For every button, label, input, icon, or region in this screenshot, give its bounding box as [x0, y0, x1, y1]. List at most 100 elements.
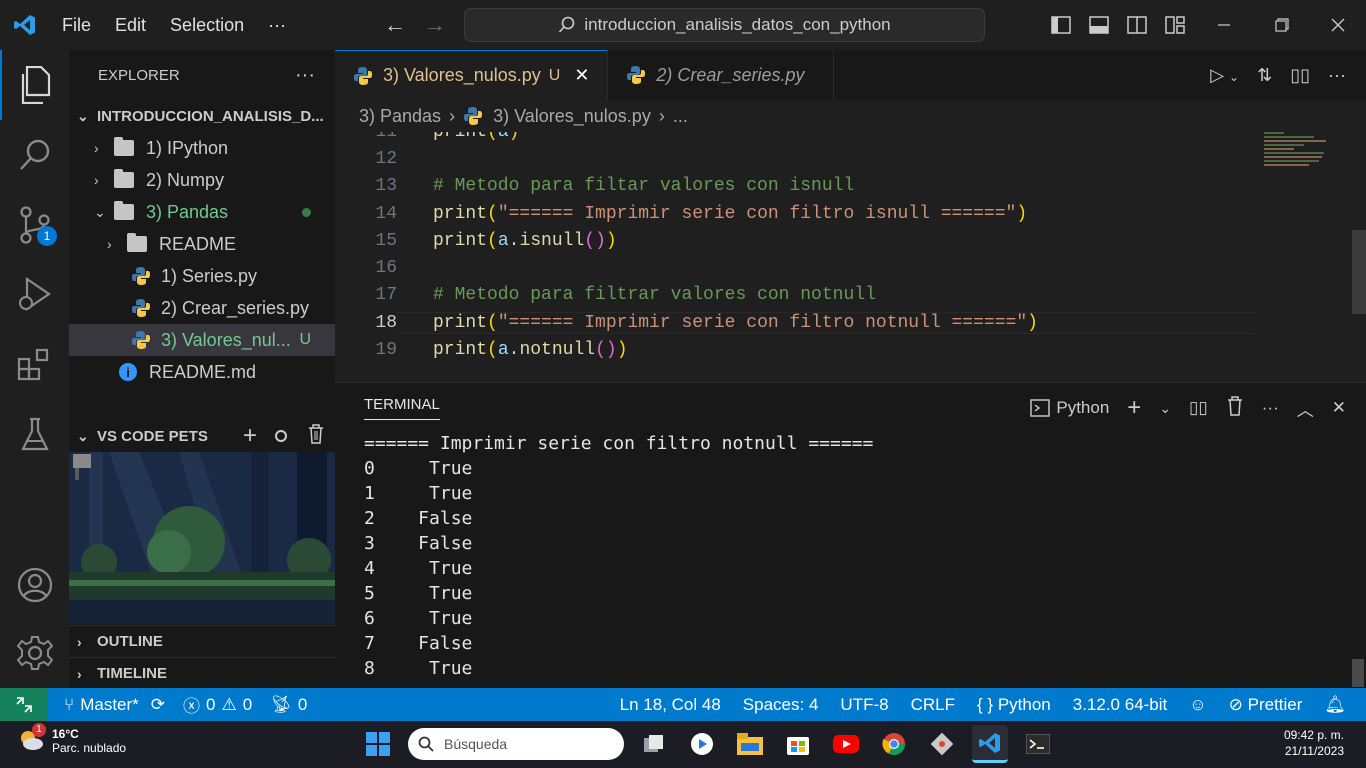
code-line[interactable]: 16	[335, 254, 1366, 281]
line-ending[interactable]: CRLF	[911, 695, 955, 715]
toggle-sidebar-icon[interactable]	[1042, 6, 1080, 44]
menu-edit[interactable]: Edit	[115, 15, 146, 36]
split-editor-icon[interactable]: ▯▯	[1290, 65, 1310, 86]
tree-file-crear-series[interactable]: 2) Crear_series.py	[69, 292, 335, 324]
explorer-more-icon[interactable]: ···	[295, 64, 315, 87]
scrollbar-thumb[interactable]	[1352, 230, 1366, 314]
tab-crear-series[interactable]: 2) Crear_series.py	[608, 50, 835, 100]
branch-status[interactable]: ⑂ Master* ⟳	[64, 695, 165, 715]
breadcrumb-folder[interactable]: 3) Pandas	[359, 106, 441, 127]
trash-icon[interactable]	[307, 424, 325, 448]
youtube-icon[interactable]	[828, 725, 864, 763]
store-icon[interactable]	[780, 725, 816, 763]
weather-widget[interactable]: 1 16°C Parc. nublado	[18, 722, 126, 755]
editor-more-icon[interactable]: ···	[1328, 65, 1346, 86]
windows-start-icon[interactable]	[360, 725, 396, 763]
customize-layout-icon[interactable]	[1156, 6, 1194, 44]
breadcrumb-file[interactable]: 3) Valores_nulos.py	[493, 106, 651, 127]
tree-folder-ipython[interactable]: › 1) IPython	[69, 132, 335, 164]
explorer-icon[interactable]	[0, 50, 69, 120]
maximize-panel-icon[interactable]: ︿	[1297, 396, 1314, 421]
terminal-output[interactable]: ====== Imprimir serie con filtro notnull…	[335, 433, 1366, 683]
testing-flask-icon[interactable]	[0, 400, 69, 470]
code-line[interactable]: 15 print(a.isnull())	[335, 227, 1366, 254]
tree-item-label: 1) IPython	[146, 137, 229, 158]
chevron-down-icon[interactable]: ⌄	[1159, 400, 1171, 417]
tab-valores-nulos[interactable]: 3) Valores_nulos.py U ✕	[335, 50, 609, 100]
tree-file-readme-md[interactable]: i README.md	[69, 356, 335, 388]
encoding[interactable]: UTF-8	[840, 695, 888, 715]
minimize-icon[interactable]	[1194, 6, 1254, 44]
search-sidebar-icon[interactable]	[0, 120, 69, 190]
tree-file-series[interactable]: 1) Series.py	[69, 260, 335, 292]
copilot-icon[interactable]: ☺	[1189, 695, 1206, 715]
sync-icon[interactable]: ⟳	[151, 695, 165, 715]
outline-section-header[interactable]: › OUTLINE	[69, 625, 335, 657]
code-line[interactable]: 13 # Metodo para filtar valores con isnul…	[335, 173, 1366, 200]
code-editor[interactable]: 11print(a)1213# Metodo para filtar valor…	[335, 132, 1366, 382]
tree-file-valores-nulos[interactable]: 3) Valores_nul... U	[69, 324, 335, 356]
settings-gear-icon[interactable]	[0, 618, 69, 688]
media-player-icon[interactable]	[684, 725, 720, 763]
kill-terminal-icon[interactable]	[1226, 395, 1244, 421]
split-terminal-icon[interactable]: ▯▯	[1189, 398, 1208, 418]
ports-status[interactable]: 📡︎ 0	[270, 695, 307, 715]
new-terminal-icon[interactable]: +	[1127, 394, 1141, 422]
language-mode[interactable]: { } Python	[977, 695, 1051, 715]
compare-changes-icon[interactable]: ⇅	[1257, 65, 1272, 86]
tab-terminal[interactable]: TERMINAL	[364, 396, 440, 420]
toggle-panel-icon[interactable]	[1080, 6, 1118, 44]
source-control-icon[interactable]: 1	[0, 190, 69, 260]
git-icon[interactable]	[924, 725, 960, 763]
menu-file[interactable]: File	[62, 15, 91, 36]
vscode-taskbar-icon[interactable]	[972, 725, 1008, 763]
menu-selection[interactable]: Selection	[170, 15, 244, 36]
task-view-icon[interactable]	[636, 725, 672, 763]
indentation[interactable]: Spaces: 4	[743, 695, 819, 715]
extensions-icon[interactable]	[0, 330, 69, 400]
prettier-status[interactable]: ⊘ Prettier	[1229, 695, 1303, 715]
terminal-scrollbar[interactable]	[1352, 659, 1364, 687]
taskbar-search[interactable]: Búsqueda	[408, 728, 624, 760]
panel-more-icon[interactable]: ···	[1262, 398, 1279, 418]
accounts-icon[interactable]	[0, 550, 69, 620]
toggle-secondary-sidebar-icon[interactable]	[1118, 6, 1156, 44]
python-interpreter[interactable]: 3.12.0 64-bit	[1073, 695, 1168, 715]
problems-status[interactable]: ⓧ 0 ⚠ 0	[183, 692, 252, 717]
code-line[interactable]: 17 # Metodo para filtrar valores con notn…	[335, 282, 1366, 309]
code-line[interactable]: 12	[335, 145, 1366, 172]
restore-icon[interactable]	[1254, 6, 1310, 44]
pets-section-header[interactable]: ⌄ VS CODE PETS +	[69, 420, 335, 452]
close-window-icon[interactable]	[1310, 6, 1366, 44]
tree-folder-pandas[interactable]: ⌄ 3) Pandas	[69, 196, 335, 228]
workspace-root[interactable]: ⌄ INTRODUCCION_ANALISIS_D...	[69, 100, 335, 132]
terminal-taskbar-icon[interactable]	[1020, 725, 1056, 763]
file-explorer-icon[interactable]	[732, 725, 768, 763]
run-debug-icon[interactable]	[0, 260, 69, 330]
taskbar-clock[interactable]: 09:42 p. m. 21/11/2023	[1284, 727, 1344, 759]
timeline-section-header[interactable]: › TIMELINE	[69, 657, 335, 689]
breadcrumb-more[interactable]: ...	[673, 106, 688, 127]
code-line[interactable]: 14 print("====== Imprimir serie con filtr…	[335, 200, 1366, 227]
close-panel-icon[interactable]: ✕	[1332, 398, 1346, 418]
menu-more[interactable]: ···	[268, 15, 286, 36]
tree-folder-readme[interactable]: › README	[69, 228, 335, 260]
command-center-search[interactable]: introduccion_analisis_datos_con_python	[464, 8, 985, 42]
run-python-icon[interactable]: ▷ ⌄	[1210, 65, 1239, 86]
notifications-bell-icon[interactable]: 🔔︎	[1324, 695, 1346, 715]
add-pet-icon[interactable]: +	[243, 422, 257, 450]
code-line[interactable]: 19 print(a.notnull())	[335, 336, 1366, 363]
circle-pet-icon[interactable]	[275, 430, 287, 442]
terminal-shell-selector[interactable]: Python	[1030, 398, 1109, 418]
tree-folder-numpy[interactable]: › 2) Numpy	[69, 164, 335, 196]
remote-indicator-icon[interactable]	[0, 688, 48, 721]
minimap[interactable]	[1264, 132, 1344, 172]
code-line[interactable]: 11print(a)	[335, 132, 1366, 145]
code-line[interactable]: 18 print("====== Imprimir serie con filtr…	[335, 309, 1366, 336]
forward-arrow-icon[interactable]: →	[424, 12, 446, 38]
close-tab-icon[interactable]: ✕	[574, 65, 589, 86]
nav-arrows: ← →	[384, 12, 446, 38]
back-arrow-icon[interactable]: ←	[384, 12, 406, 38]
chrome-icon[interactable]	[876, 725, 912, 763]
cursor-position[interactable]: Ln 18, Col 48	[620, 695, 721, 715]
